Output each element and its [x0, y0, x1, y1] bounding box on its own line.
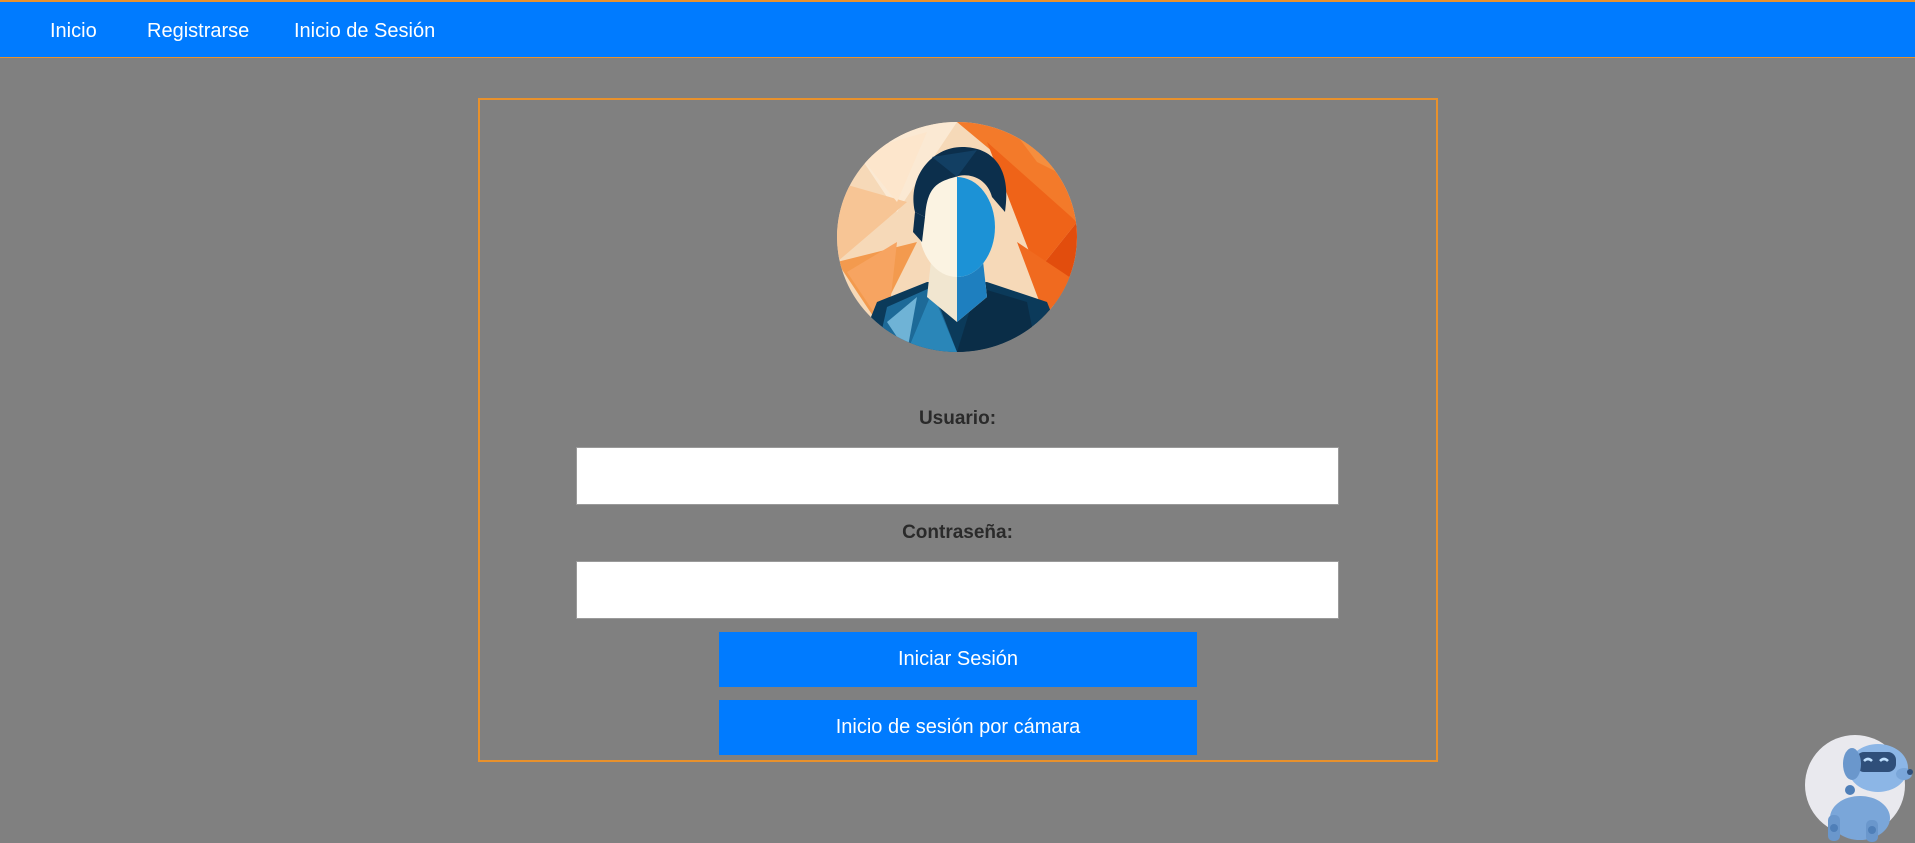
nav-link-inicio-sesion[interactable]: Inicio de Sesión: [294, 20, 435, 43]
robot-dog-icon[interactable]: [1800, 730, 1915, 843]
top-navbar: Inicio Registrarse Inicio de Sesión: [0, 0, 1915, 58]
nav-link-registrarse[interactable]: Registrarse: [147, 20, 249, 43]
username-label: Usuario:: [918, 408, 997, 429]
password-label: Contraseña:: [902, 522, 1013, 543]
username-input[interactable]: [576, 447, 1339, 505]
login-button[interactable]: Iniciar Sesión: [719, 632, 1197, 687]
password-input[interactable]: [576, 561, 1339, 619]
camera-login-button[interactable]: Inicio de sesión por cámara: [719, 700, 1197, 755]
user-portrait-icon: [837, 122, 1077, 352]
nav-link-inicio[interactable]: Inicio: [50, 20, 97, 43]
